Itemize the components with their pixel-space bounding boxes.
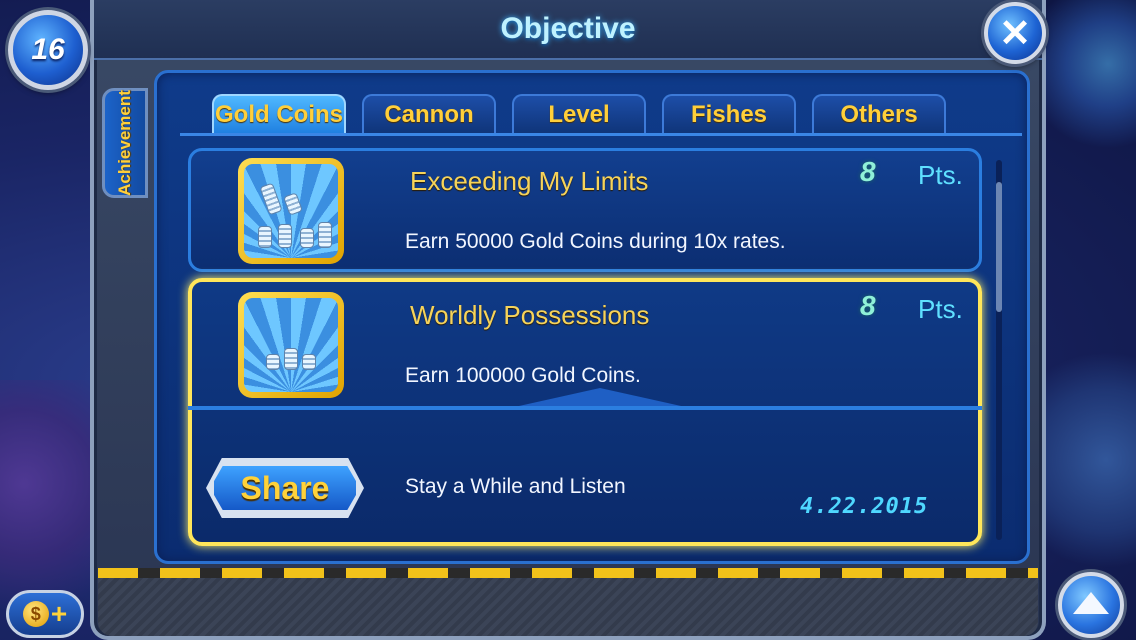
achievement-points: 8 <box>860 156 876 187</box>
hazard-stripe <box>98 568 1038 578</box>
tab-cannon[interactable]: Cannon <box>362 94 496 134</box>
coin-pile-icon <box>244 298 338 392</box>
share-button[interactable]: Share <box>210 462 360 514</box>
background-anemone <box>1036 0 1136 160</box>
close-button[interactable]: ✕ <box>984 2 1046 64</box>
card-divider-notch <box>510 388 690 408</box>
background-coral-right <box>1046 330 1136 590</box>
scroll-up-button[interactable] <box>1058 572 1124 638</box>
tab-achievement-label: Achievement <box>115 90 135 196</box>
achievement-title: Worldly Possessions <box>410 300 650 330</box>
bottom-plate <box>98 578 1038 636</box>
arrow-up-icon <box>1073 592 1109 614</box>
coin-icon: $ <box>22 601 49 627</box>
achievement-points-label: Pts. <box>918 294 963 324</box>
panel-header: Objective <box>94 0 1042 60</box>
achievement-icon-frame <box>238 158 344 264</box>
plus-icon: + <box>50 598 68 629</box>
achievement-points-label: Pts. <box>918 160 963 190</box>
tab-achievement[interactable]: Achievement <box>102 88 148 198</box>
close-icon: ✕ <box>999 12 1031 55</box>
achievement-points: 8 <box>860 290 876 321</box>
achievement-icon-frame <box>238 292 344 398</box>
achievement-description: Earn 50000 Gold Coins during 10x rates. <box>405 230 786 253</box>
coin-stacks-icon <box>244 164 338 258</box>
scrollbar-thumb[interactable] <box>996 182 1002 312</box>
buy-coins-button[interactable]: $ + <box>6 590 84 638</box>
player-level-badge: 16 <box>8 10 88 90</box>
page-title: Objective <box>500 12 636 45</box>
achievement-description: Earn 100000 Gold Coins. <box>405 364 641 387</box>
tab-fishes[interactable]: Fishes <box>662 94 796 134</box>
card-divider <box>188 406 982 410</box>
tab-others[interactable]: Others <box>812 94 946 134</box>
achievement-title: Exceeding My Limits <box>410 166 649 196</box>
tab-underline <box>180 133 1022 136</box>
achievement-date: 4.22.2015 <box>800 494 929 519</box>
share-caption: Stay a While and Listen <box>405 475 626 498</box>
tab-level[interactable]: Level <box>512 94 646 134</box>
tab-gold-coins[interactable]: Gold Coins <box>212 94 346 134</box>
